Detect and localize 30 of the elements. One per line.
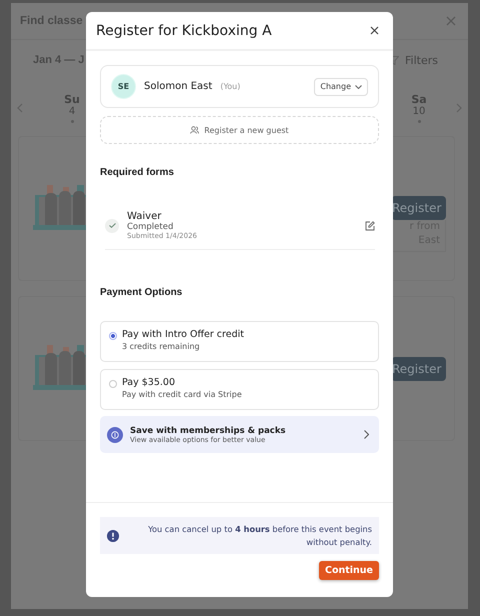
- form-name: Waiver: [127, 211, 162, 222]
- people-icon: [190, 126, 200, 134]
- form-status: Completed: [127, 222, 174, 232]
- payment-option[interactable]: Pay $35.00 Pay with credit card via Stripe: [100, 369, 379, 410]
- coin-icon: [107, 426, 123, 442]
- alert-icon: [107, 530, 119, 542]
- chevron-right-icon: [364, 430, 369, 439]
- continue-button[interactable]: Continue: [318, 561, 379, 580]
- avatar: SE: [111, 74, 136, 99]
- register-guest-button[interactable]: Register a new guest: [100, 116, 379, 144]
- notice-text: You can cancel up to 4 hours before this event begins without penalty.: [147, 522, 372, 548]
- radio-button[interactable]: [109, 332, 117, 340]
- option-detail: 3 credits remaining: [122, 342, 201, 351]
- attendee-name: Solomon East: [144, 81, 212, 92]
- payment-option[interactable]: Pay with Intro Offer credit 3 credits remaining: [100, 321, 379, 362]
- chevron-down-icon: [355, 84, 362, 88]
- radio-button[interactable]: [109, 380, 117, 388]
- option-title: Pay $35.00: [122, 377, 176, 388]
- section-heading: Required forms: [100, 167, 175, 178]
- option-title: Pay with Intro Offer credit: [122, 329, 244, 340]
- section-heading: Payment Options: [100, 287, 184, 298]
- close-icon[interactable]: [370, 26, 379, 35]
- dialog-title: Register for Kickboxing A: [96, 22, 272, 38]
- register-button[interactable]: Register: [392, 196, 446, 220]
- edit-icon[interactable]: [365, 220, 375, 230]
- register-button[interactable]: Register: [392, 356, 446, 380]
- banner-title: Save with memberships & packs: [130, 426, 287, 436]
- change-button[interactable]: Change: [314, 78, 368, 96]
- option-detail: Pay with credit card via Stripe: [122, 390, 242, 399]
- you-label: (You): [220, 82, 242, 91]
